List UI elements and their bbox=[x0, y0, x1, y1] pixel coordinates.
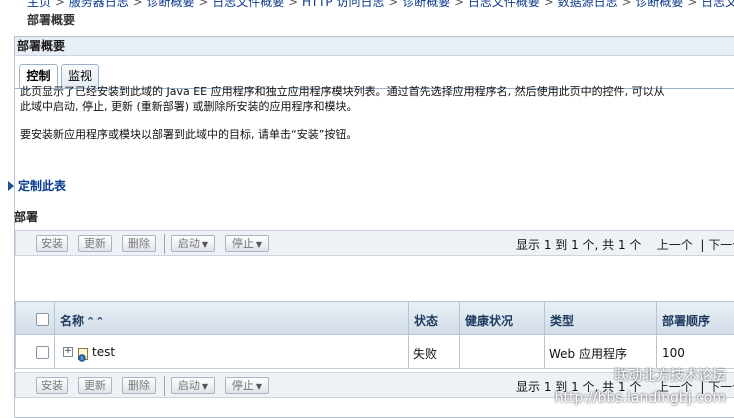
column-header-health[interactable]: 健康状况 bbox=[465, 312, 513, 329]
breadcrumb-separator: > bbox=[288, 0, 299, 9]
column-divider bbox=[544, 302, 545, 334]
stop-dropdown[interactable]: 停止 ▼ bbox=[225, 377, 269, 394]
breadcrumb-item[interactable]: 服务器日志 bbox=[69, 0, 129, 9]
install-button[interactable]: 安装 bbox=[36, 235, 68, 252]
description-line: 此页显示了已经安装到此域的 Java EE 应用程序和独立应用程序模块列表。通过… bbox=[20, 85, 665, 98]
breadcrumb-separator: > bbox=[543, 0, 554, 9]
stop-label: 停止 bbox=[231, 379, 254, 392]
breadcrumb-separator: > bbox=[54, 0, 65, 9]
column-divider bbox=[54, 302, 55, 334]
sort-ascending-icon[interactable]: ⌃⌃ bbox=[86, 315, 104, 328]
select-all-checkbox[interactable] bbox=[36, 313, 49, 326]
table-row: + i test 失败 Web 应用程序 100 bbox=[15, 335, 734, 369]
breadcrumb-item[interactable]: HTTP 访问日志 bbox=[302, 0, 385, 9]
stop-label: 停止 bbox=[231, 237, 254, 250]
application-name-link[interactable]: test bbox=[92, 345, 115, 359]
table-header: 名称 ⌃⌃ 状态 健康状况 类型 部署顺序 bbox=[15, 301, 734, 335]
state-link[interactable]: 失败 bbox=[413, 345, 437, 362]
deployment-order-cell: 100 bbox=[662, 346, 685, 360]
pagination-summary: 显示 1 到 1 个, 共 1 个 bbox=[516, 238, 642, 252]
breadcrumb-item[interactable]: 日志文件概要 bbox=[701, 0, 734, 9]
start-dropdown[interactable]: 启动 ▼ bbox=[171, 235, 215, 252]
description-line: 此域中启动, 停止, 更新 (重新部署) 或删除所安装的应用程序和模块。 bbox=[20, 100, 358, 113]
column-divider bbox=[459, 335, 460, 368]
row-select-checkbox[interactable] bbox=[36, 346, 49, 359]
column-divider bbox=[408, 302, 409, 334]
customize-table-label: 定制此表 bbox=[18, 179, 67, 193]
section-title-deployments: 部署 bbox=[14, 210, 39, 224]
update-button[interactable]: 更新 bbox=[78, 377, 112, 394]
web-app-icon: i bbox=[78, 348, 88, 362]
chevron-down-icon: ▼ bbox=[255, 240, 263, 249]
chevron-down-icon: ▼ bbox=[201, 382, 209, 391]
svg-text:i: i bbox=[81, 356, 82, 362]
breadcrumb-item[interactable]: 日志文件概要 bbox=[212, 0, 284, 9]
toolbar-divider bbox=[164, 376, 165, 396]
breadcrumb-separator: > bbox=[454, 0, 465, 9]
start-label: 启动 bbox=[177, 237, 200, 250]
delete-button[interactable]: 删除 bbox=[122, 377, 156, 394]
watermark-title: 联动北方技术论坛 bbox=[614, 368, 726, 384]
triangle-right-icon bbox=[8, 181, 14, 191]
breadcrumb-item[interactable]: 日志文件概要 bbox=[468, 0, 540, 9]
watermark-url: http://bbs.landingbj.com bbox=[554, 390, 726, 406]
column-header-order[interactable]: 部署顺序 bbox=[662, 312, 710, 329]
start-label: 启动 bbox=[177, 379, 200, 392]
breadcrumb-item[interactable]: 数据源日志 bbox=[558, 0, 618, 9]
forum-watermark: 联动北方技术论坛 http://bbs.landingbj.com bbox=[555, 365, 726, 409]
column-divider bbox=[54, 335, 55, 368]
delete-button[interactable]: 删除 bbox=[122, 235, 156, 252]
breadcrumb-item[interactable]: 诊断概要 bbox=[146, 0, 194, 9]
breadcrumb-separator: > bbox=[388, 0, 399, 9]
column-divider bbox=[544, 335, 545, 368]
table-toolbar-top: 安装 更新 删除 启动 ▼ 停止 ▼ 显示 1 到 1 个, 共 1 个 上一个 |… bbox=[15, 230, 734, 256]
breadcrumb-separator: > bbox=[621, 0, 632, 9]
column-divider bbox=[656, 335, 657, 368]
breadcrumb-separator: > bbox=[198, 0, 209, 9]
install-button[interactable]: 安装 bbox=[36, 377, 68, 394]
breadcrumb-item[interactable]: 主页 bbox=[27, 0, 51, 9]
description-line: 要安装新应用程序或模块以部署到此域中的目标, 请单击“安装”按钮。 bbox=[20, 128, 358, 141]
column-divider bbox=[459, 302, 460, 334]
customize-table-link[interactable]: 定制此表 bbox=[8, 177, 66, 194]
prev-page-link[interactable]: 上一个 bbox=[657, 238, 693, 252]
page-description: 此页显示了已经安装到此域的 Java EE 应用程序和独立应用程序模块列表。通过… bbox=[20, 84, 720, 142]
breadcrumb: 主页 > 服务器日志 > 诊断概要 > 日志文件概要 > HTTP 访问日志 >… bbox=[27, 0, 734, 9]
chevron-down-icon: ▼ bbox=[201, 240, 209, 249]
column-divider bbox=[408, 335, 409, 368]
update-button[interactable]: 更新 bbox=[78, 235, 112, 252]
chevron-down-icon: ▼ bbox=[255, 382, 263, 391]
stop-dropdown[interactable]: 停止 ▼ bbox=[225, 235, 269, 252]
column-header-state[interactable]: 状态 bbox=[414, 312, 438, 329]
breadcrumb-item[interactable]: 诊断概要 bbox=[402, 0, 450, 9]
next-page-link[interactable]: 下一个 bbox=[708, 238, 734, 252]
plus-box-icon[interactable]: + bbox=[63, 347, 73, 357]
breadcrumb-separator: > bbox=[687, 0, 698, 9]
pagination: 显示 1 到 1 个, 共 1 个 上一个 | 下一个 bbox=[516, 236, 734, 253]
page-title: 部署概要 bbox=[27, 13, 76, 27]
breadcrumb-item[interactable]: 诊断概要 bbox=[635, 0, 683, 9]
type-cell: Web 应用程序 bbox=[549, 347, 627, 361]
column-header-label: 名称 bbox=[60, 314, 85, 328]
breadcrumb-separator: > bbox=[132, 0, 143, 9]
toolbar-divider bbox=[164, 234, 165, 254]
column-header-name[interactable]: 名称 ⌃⌃ bbox=[60, 312, 104, 329]
column-divider bbox=[656, 302, 657, 334]
start-dropdown[interactable]: 启动 ▼ bbox=[171, 377, 215, 394]
column-header-type[interactable]: 类型 bbox=[550, 312, 574, 329]
panel-title: 部署概要 bbox=[15, 37, 734, 56]
